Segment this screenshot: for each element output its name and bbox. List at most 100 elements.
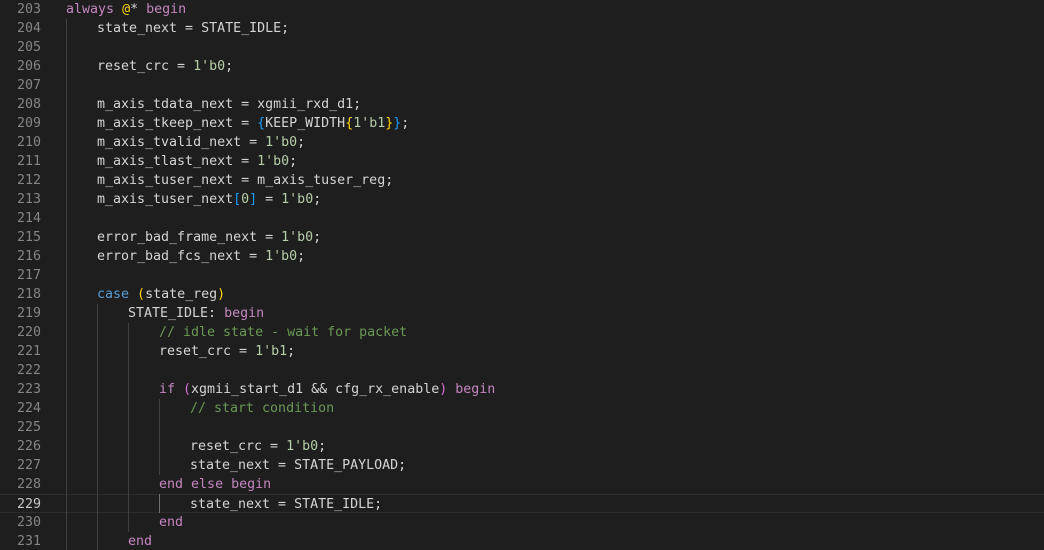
line-number: 220: [16, 325, 41, 340]
line-number: 222: [16, 363, 41, 378]
code-line[interactable]: 226 reset_crc = 1'b0;: [0, 437, 1044, 456]
code-line[interactable]: 206 reset_crc = 1'b0;: [0, 57, 1044, 76]
line-number: 212: [16, 173, 41, 188]
code-token: *: [130, 2, 147, 17]
code-token: ;: [289, 154, 298, 169]
code-text: // start condition: [190, 399, 334, 418]
code-token: (: [183, 382, 192, 397]
line-number: 216: [16, 249, 41, 264]
code-token: ;: [313, 192, 322, 207]
line-number: 229: [16, 497, 41, 512]
code-line[interactable]: 203 always @* begin: [0, 0, 1044, 19]
code-line[interactable]: 223 if (xgmii_start_d1 && cfg_rx_enable) …: [0, 380, 1044, 399]
code-token: end: [159, 515, 184, 530]
line-number: 228: [16, 477, 41, 492]
code-text: m_axis_tuser_next[0] = 1'b0;: [97, 190, 321, 209]
indent-guide: [97, 304, 98, 550]
code-token: end: [128, 534, 153, 549]
code-line[interactable]: 204 state_next = STATE_IDLE;: [0, 19, 1044, 38]
code-text: always @* begin: [66, 0, 186, 19]
code-token: state_next = STATE_IDLE;: [190, 497, 383, 512]
code-token: state_next = STATE_IDLE;: [97, 21, 290, 36]
code-line[interactable]: 212 m_axis_tuser_next = m_axis_tuser_reg;: [0, 171, 1044, 190]
code-line[interactable]: 215 error_bad_frame_next = 1'b0;: [0, 228, 1044, 247]
code-text: reset_crc = 1'b1;: [159, 342, 295, 361]
code-line[interactable]: 225: [0, 418, 1044, 437]
code-token: begin: [231, 477, 272, 492]
code-token: 0: [241, 192, 250, 207]
indent-guide: [66, 19, 67, 550]
code-line[interactable]: 220 // idle state - wait for packet: [0, 323, 1044, 342]
code-text: if (xgmii_start_d1 && cfg_rx_enable) beg…: [159, 380, 495, 399]
line-number: 208: [16, 97, 41, 112]
line-number: 213: [16, 192, 41, 207]
code-text: state_next = STATE_IDLE;: [190, 495, 382, 514]
line-number: 214: [16, 211, 41, 226]
indent-guide: [128, 323, 129, 532]
code-line[interactable]: 211 m_axis_tlast_next = 1'b0;: [0, 152, 1044, 171]
code-line[interactable]: 210 m_axis_tvalid_next = 1'b0;: [0, 133, 1044, 152]
code-line[interactable]: 227 state_next = STATE_PAYLOAD;: [0, 456, 1044, 475]
code-text: m_axis_tdata_next = xgmii_rxd_d1;: [97, 95, 361, 114]
code-token: xgmii_start_d1 && cfg_rx_enable: [191, 382, 440, 397]
code-text: state_next = STATE_IDLE;: [97, 19, 289, 38]
code-token: error_bad_fcs_next =: [97, 249, 266, 264]
code-token: KEEP_WIDTH: [265, 116, 346, 131]
code-line[interactable]: 208 m_axis_tdata_next = xgmii_rxd_d1;: [0, 95, 1044, 114]
code-line[interactable]: 228 end else begin: [0, 475, 1044, 494]
code-line[interactable]: 213 m_axis_tuser_next[0] = 1'b0;: [0, 190, 1044, 209]
code-token: m_axis_tvalid_next =: [97, 135, 266, 150]
code-token: ;: [225, 59, 234, 74]
line-number: 205: [16, 40, 41, 55]
code-token: 1'b0: [281, 192, 314, 207]
code-token: 1'b0: [281, 230, 314, 245]
code-line[interactable]: 218 case (state_reg): [0, 285, 1044, 304]
line-number: 226: [16, 439, 41, 454]
code-line[interactable]: 209 m_axis_tkeep_next = {KEEP_WIDTH{1'b1}…: [0, 114, 1044, 133]
code-token: reset_crc =: [97, 59, 194, 74]
code-line[interactable]: 217: [0, 266, 1044, 285]
code-token: always: [66, 2, 115, 17]
code-text: state_next = STATE_PAYLOAD;: [190, 456, 406, 475]
code-token: STATE_IDLE:: [128, 306, 225, 321]
code-line[interactable]: 219 STATE_IDLE: begin: [0, 304, 1044, 323]
code-token: ;: [287, 344, 296, 359]
code-token: 1'b0: [265, 135, 298, 150]
code-text: STATE_IDLE: begin: [128, 304, 264, 323]
code-token: =: [257, 192, 282, 207]
code-token: // idle state - wait for packet: [159, 325, 408, 340]
code-token: 1'b1: [255, 344, 288, 359]
line-number: 224: [16, 401, 41, 416]
code-line[interactable]: 207: [0, 76, 1044, 95]
code-token: @: [122, 2, 131, 17]
code-token: ;: [297, 135, 306, 150]
line-number: 211: [16, 154, 41, 169]
code-text: end: [128, 532, 152, 550]
indent-guide: [159, 399, 160, 475]
code-line[interactable]: 231 end: [0, 532, 1044, 550]
code-line[interactable]: 222: [0, 361, 1044, 380]
code-line[interactable]: 221 reset_crc = 1'b1;: [0, 342, 1044, 361]
code-line[interactable]: 230 end: [0, 513, 1044, 532]
code-line[interactable]: 205: [0, 38, 1044, 57]
code-line[interactable]: 229 state_next = STATE_IDLE;: [0, 494, 1044, 513]
line-number: 218: [16, 287, 41, 302]
code-line[interactable]: 216 error_bad_fcs_next = 1'b0;: [0, 247, 1044, 266]
code-text: m_axis_tuser_next = m_axis_tuser_reg;: [97, 171, 393, 190]
line-number: 215: [16, 230, 41, 245]
code-token: end: [159, 477, 184, 492]
code-editor[interactable]: 203 always @* begin 204 state_next = STATE_…: [0, 0, 1044, 550]
code-line[interactable]: 224 // start condition: [0, 399, 1044, 418]
code-token: begin: [224, 306, 265, 321]
line-number: 219: [16, 306, 41, 321]
code-token: [: [233, 192, 242, 207]
code-token: ;: [318, 439, 327, 454]
code-token: else: [191, 477, 224, 492]
code-text: // idle state - wait for packet: [159, 323, 407, 342]
code-line[interactable]: 214: [0, 209, 1044, 228]
code-token: {: [257, 116, 266, 131]
